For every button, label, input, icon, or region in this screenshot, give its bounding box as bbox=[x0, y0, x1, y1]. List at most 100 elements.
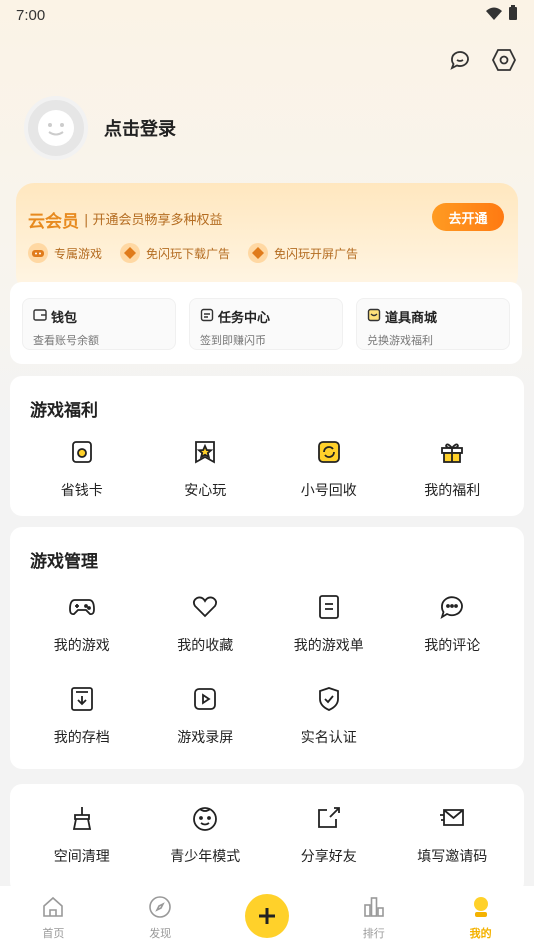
grid-label: 青少年模式 bbox=[170, 849, 241, 865]
vip-card[interactable]: 云会员 | 开通会员畅享多种权益 去开通 专属游戏 免闪玩下载广告 免闪玩开屏广… bbox=[16, 183, 518, 293]
my-favorites-item[interactable]: 我的收藏 bbox=[144, 593, 268, 655]
mail-send-icon bbox=[438, 804, 466, 832]
grid-label: 我的评论 bbox=[424, 638, 481, 654]
battery-icon bbox=[508, 5, 518, 25]
manage-card: 游戏管理 我的游戏 我的收藏 我的游戏单 我的评论 我的存档 游戏录屏 实名认证 bbox=[10, 527, 524, 769]
benefits-grid: 省钱卡 安心玩 小号回收 我的福利 bbox=[20, 438, 514, 500]
quick-card: 钱包 查看账号余额 任务中心 签到即赚闪币 道具商城 兑换游戏福利 bbox=[10, 282, 522, 364]
vip-open-button[interactable]: 去开通 bbox=[432, 203, 504, 231]
status-icons bbox=[486, 5, 518, 25]
grid-label: 分享好友 bbox=[300, 849, 357, 865]
grid-label: 实名认证 bbox=[300, 730, 357, 746]
home-icon bbox=[41, 895, 65, 923]
quick-title: 钱包 bbox=[33, 307, 165, 326]
game-controller-icon bbox=[28, 243, 48, 263]
tools-grid: 空间清理 青少年模式 分享好友 填写邀请码 bbox=[20, 804, 514, 866]
ad-icon bbox=[248, 243, 269, 263]
real-name-item[interactable]: 实名认证 bbox=[267, 685, 391, 747]
grid-label: 我的收藏 bbox=[177, 638, 234, 654]
manage-row2: 我的存档 游戏录屏 实名认证 bbox=[20, 685, 514, 747]
grid-label: 我的游戏单 bbox=[293, 638, 364, 654]
manage-title: 游戏管理 bbox=[30, 552, 98, 572]
tab-rank[interactable]: 排行 bbox=[334, 895, 414, 941]
wallet-icon bbox=[33, 308, 47, 326]
grid-label: 安心玩 bbox=[184, 483, 227, 499]
tab-label: 首页 bbox=[42, 927, 65, 940]
perk-item: 免闪玩下载广告 bbox=[120, 243, 230, 263]
account-recycle-item[interactable]: 小号回收 bbox=[267, 438, 391, 500]
message-icon[interactable] bbox=[446, 46, 474, 74]
my-comments-item[interactable]: 我的评论 bbox=[391, 593, 515, 655]
compass-icon bbox=[148, 895, 172, 923]
task-center-item[interactable]: 任务中心 签到即赚闪币 bbox=[189, 298, 343, 350]
benefits-card: 游戏福利 省钱卡 安心玩 小号回收 我的福利 bbox=[10, 376, 524, 516]
status-time: 7:00 bbox=[16, 6, 46, 24]
quick-title: 任务中心 bbox=[200, 307, 332, 326]
quick-title-text: 道具商城 bbox=[385, 311, 438, 326]
perk-item: 专属游戏 bbox=[28, 243, 102, 263]
perk-item: 免闪玩开屏广告 bbox=[248, 243, 358, 263]
manage-row1: 我的游戏 我的收藏 我的游戏单 我的评论 bbox=[20, 593, 514, 655]
grid-label: 省钱卡 bbox=[60, 483, 103, 499]
grid-label: 小号回收 bbox=[300, 483, 357, 499]
gift-icon bbox=[438, 438, 466, 466]
child-face-icon bbox=[191, 804, 219, 832]
perk-label: 免闪玩下载广告 bbox=[146, 246, 231, 261]
star-badge-icon bbox=[191, 438, 219, 466]
my-benefits-item[interactable]: 我的福利 bbox=[391, 438, 515, 500]
grid-label: 游戏录屏 bbox=[177, 730, 234, 746]
tab-mine[interactable]: 我的 bbox=[441, 895, 521, 941]
play-icon bbox=[191, 685, 219, 713]
recycle-icon bbox=[315, 438, 343, 466]
quick-title-text: 任务中心 bbox=[218, 311, 271, 326]
grid-label: 我的游戏 bbox=[53, 638, 110, 654]
share-icon bbox=[315, 804, 343, 832]
login-text[interactable]: 点击登录 bbox=[104, 115, 176, 141]
grid-label: 我的存档 bbox=[53, 730, 110, 746]
broom-icon bbox=[68, 804, 96, 832]
share-friends-item[interactable]: 分享好友 bbox=[267, 804, 391, 866]
heart-icon bbox=[191, 593, 219, 621]
my-game-list-item[interactable]: 我的游戏单 bbox=[267, 593, 391, 655]
tab-add[interactable] bbox=[227, 894, 307, 938]
saving-card-icon bbox=[68, 438, 96, 466]
wallet-item[interactable]: 钱包 查看账号余额 bbox=[22, 298, 176, 350]
store-icon bbox=[367, 308, 381, 326]
my-saves-item[interactable]: 我的存档 bbox=[20, 685, 144, 747]
gamepad-icon bbox=[68, 593, 96, 621]
invite-code-item[interactable]: 填写邀请码 bbox=[391, 804, 515, 866]
my-games-item[interactable]: 我的游戏 bbox=[20, 593, 144, 655]
profile[interactable]: 点击登录 bbox=[24, 96, 176, 160]
wifi-icon bbox=[486, 6, 502, 25]
space-clean-item[interactable]: 空间清理 bbox=[20, 804, 144, 866]
quick-subtitle: 签到即赚闪币 bbox=[200, 334, 266, 347]
tools-card: 空间清理 青少年模式 分享好友 填写邀请码 bbox=[10, 784, 524, 894]
avatar[interactable] bbox=[24, 96, 88, 160]
vip-title: 云会员 bbox=[28, 212, 79, 232]
prop-store-item[interactable]: 道具商城 兑换游戏福利 bbox=[356, 298, 510, 350]
save-archive-icon bbox=[68, 685, 96, 713]
tab-label: 排行 bbox=[362, 927, 385, 940]
game-recording-item[interactable]: 游戏录屏 bbox=[144, 685, 268, 747]
status-bar: 7:00 bbox=[0, 0, 534, 30]
youth-mode-item[interactable]: 青少年模式 bbox=[144, 804, 268, 866]
saving-card-item[interactable]: 省钱卡 bbox=[20, 438, 144, 500]
task-icon bbox=[200, 308, 214, 326]
list-icon bbox=[315, 593, 343, 621]
user-icon bbox=[469, 895, 493, 923]
quick-subtitle: 兑换游戏福利 bbox=[367, 334, 433, 347]
quick-title: 道具商城 bbox=[367, 307, 499, 326]
tab-discover[interactable]: 发现 bbox=[120, 895, 200, 941]
bar-chart-icon bbox=[362, 895, 386, 923]
settings-icon[interactable] bbox=[490, 46, 518, 74]
safe-play-item[interactable]: 安心玩 bbox=[144, 438, 268, 500]
quick-subtitle: 查看账号余额 bbox=[33, 334, 99, 347]
perk-label: 免闪玩开屏广告 bbox=[274, 246, 359, 261]
ad-icon bbox=[120, 243, 141, 263]
quick-title-text: 钱包 bbox=[51, 311, 78, 326]
tab-home[interactable]: 首页 bbox=[13, 895, 93, 941]
vip-perks: 专属游戏 免闪玩下载广告 免闪玩开屏广告 bbox=[28, 243, 358, 263]
grid-label: 空间清理 bbox=[53, 849, 110, 865]
top-actions bbox=[446, 46, 518, 74]
plus-icon[interactable] bbox=[244, 894, 289, 938]
